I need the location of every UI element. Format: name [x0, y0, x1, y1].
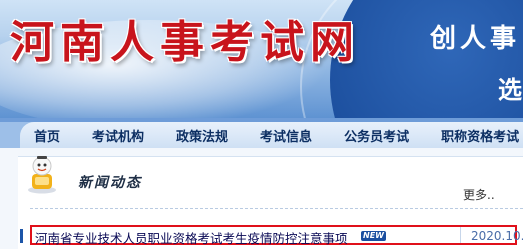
nav-bar-background: 首页 考试机构 政策法规 考试信息 公务员考试 职称资格考试 [0, 118, 523, 148]
news-item-date: 2020.10.22 [471, 229, 523, 243]
news-item-title[interactable]: 河南省专业技术人员职业资格考试考生疫情防控注意事项 [35, 228, 348, 247]
main-nav: 首页 考试机构 政策法规 考试信息 公务员考试 职称资格考试 [20, 122, 523, 148]
banner-slogan: 创人事 [430, 24, 521, 54]
nav-item-professional-qualification-exam[interactable]: 职称资格考试 [434, 126, 523, 145]
new-badge: NEW [361, 231, 386, 241]
banner-slogan-fragment: 选 [498, 76, 522, 104]
site-title: 河南人事考试网 [10, 17, 360, 68]
news-divider [30, 208, 523, 209]
nav-item-policies[interactable]: 政策法规 [169, 126, 235, 145]
nav-item-exam-info[interactable]: 考试信息 [253, 126, 319, 145]
news-item-separator [460, 227, 461, 243]
list-bullet-icon [20, 229, 23, 243]
news-section-title: 新闻动态 [78, 175, 142, 191]
news-list-item[interactable]: 河南省专业技术人员职业资格考试考生疫情防控注意事项 NEW 2020.10.22 [20, 225, 523, 247]
more-news-link[interactable]: 更多.. [463, 186, 495, 203]
nav-item-home[interactable]: 首页 [20, 126, 67, 145]
site-banner: 河南人事考试网 创人事 选 [0, 0, 523, 118]
nav-item-civil-service-exam[interactable]: 公务员考试 [337, 126, 416, 145]
nav-item-exam-institutions[interactable]: 考试机构 [85, 126, 151, 145]
mascot-icon [28, 156, 56, 194]
